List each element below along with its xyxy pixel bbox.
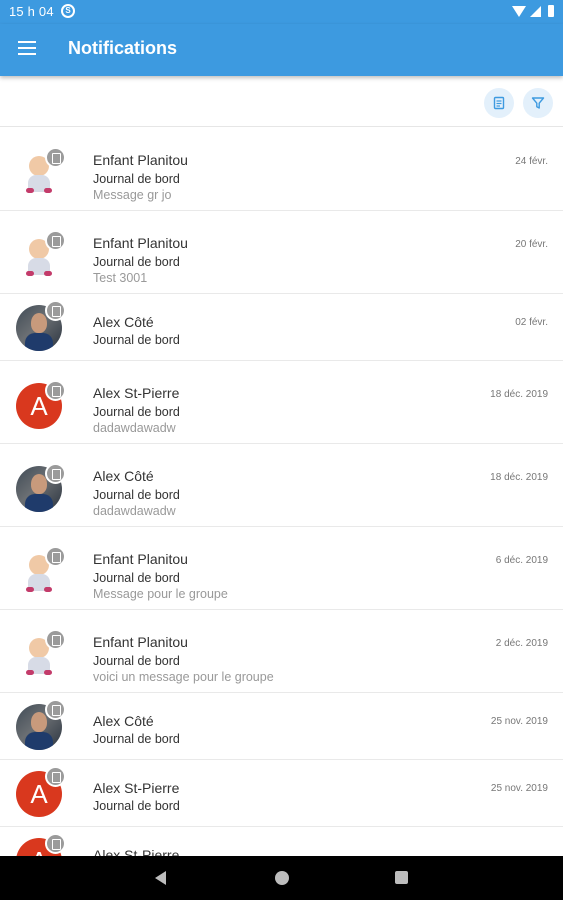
battery-icon	[548, 5, 554, 17]
journal-badge-icon	[45, 300, 66, 321]
notification-message: Message gr jo	[93, 188, 172, 202]
notification-sender: Enfant Planitou	[93, 152, 188, 168]
notification-type: Journal de bord	[93, 255, 180, 269]
notification-date: 18 déc. 2019	[490, 389, 548, 400]
notification-type: Journal de bord	[93, 571, 180, 585]
notification-sender: Alex Côté	[93, 713, 154, 729]
notification-row[interactable]: Enfant Planitou Journal de bord voici un…	[0, 610, 563, 693]
notifications-toolbar	[0, 76, 563, 127]
notification-row[interactable]: Enfant Planitou Journal de bord Test 300…	[0, 211, 563, 294]
notification-message: Message pour le groupe	[93, 587, 228, 601]
notification-type: Journal de bord	[93, 732, 180, 746]
notification-sender: Alex St-Pierre	[93, 847, 180, 856]
status-bar: 15 h 04 S	[0, 0, 563, 24]
system-navigation-bar	[0, 856, 563, 900]
recent-apps-icon[interactable]	[395, 871, 408, 884]
signal-icon	[530, 6, 541, 17]
journal-badge-icon	[45, 546, 66, 567]
home-icon[interactable]	[275, 871, 289, 885]
notification-sender: Alex Côté	[93, 314, 154, 330]
journal-badge-icon	[45, 629, 66, 650]
journal-badge-icon	[45, 147, 66, 168]
notification-sender: Enfant Planitou	[93, 235, 188, 251]
notification-row[interactable]: A Alex St-Pierre Journal de bord 25 nov.…	[0, 760, 563, 827]
journal-badge-icon	[45, 463, 66, 484]
notification-date: 18 déc. 2019	[490, 472, 548, 483]
notification-date: 2 déc. 2019	[495, 638, 548, 649]
journal-badge-icon	[45, 833, 66, 854]
notification-message: Test 3001	[93, 271, 148, 285]
journal-badge-icon	[45, 380, 66, 401]
notification-date: 24 févr.	[515, 156, 548, 167]
notification-row[interactable]: Alex Côté Journal de bord 25 nov. 2019	[0, 693, 563, 760]
notification-sender: Enfant Planitou	[93, 551, 188, 567]
journal-badge-icon	[45, 766, 66, 787]
notification-row[interactable]: Alex Côté Journal de bord 02 févr.	[0, 294, 563, 361]
notification-type: Journal de bord	[93, 333, 180, 347]
notification-message: dadawdawadw	[93, 421, 176, 435]
notification-row[interactable]: Enfant Planitou Journal de bord Message …	[0, 128, 563, 211]
notification-message: voici un message pour le groupe	[93, 670, 274, 684]
notification-type: Journal de bord	[93, 172, 180, 186]
hamburger-menu-icon[interactable]	[18, 41, 36, 55]
notification-row[interactable]: A Alex St-Pierre Journal de bord dadawda…	[0, 361, 563, 444]
notification-type: Journal de bord	[93, 405, 180, 419]
notification-sender: Alex Côté	[93, 468, 154, 484]
notification-row[interactable]: A Alex St-Pierre	[0, 827, 563, 856]
back-icon[interactable]	[155, 871, 166, 885]
notification-row[interactable]: Enfant Planitou Journal de bord Message …	[0, 527, 563, 610]
filter-button[interactable]	[523, 88, 553, 118]
sync-icon: S	[61, 4, 75, 18]
page-title: Notifications	[68, 38, 178, 58]
notification-type: Journal de bord	[93, 799, 180, 813]
notification-row[interactable]: Alex Côté Journal de bord dadawdawadw 18…	[0, 444, 563, 527]
document-icon	[493, 96, 505, 110]
document-button[interactable]	[484, 88, 514, 118]
app-bar: Notifications	[0, 24, 563, 76]
filter-icon	[531, 97, 545, 109]
notification-sender: Alex St-Pierre	[93, 385, 180, 401]
notification-date: 02 févr.	[515, 317, 548, 328]
notification-date: 20 févr.	[515, 239, 548, 250]
notification-sender: Alex St-Pierre	[93, 780, 180, 796]
notification-date: 6 déc. 2019	[495, 555, 548, 566]
journal-badge-icon	[45, 230, 66, 251]
notification-date: 25 nov. 2019	[490, 716, 548, 727]
wifi-icon	[512, 6, 526, 17]
notification-type: Journal de bord	[93, 488, 180, 502]
notification-type: Journal de bord	[93, 654, 180, 668]
notification-date: 25 nov. 2019	[490, 783, 548, 794]
notification-list: Enfant Planitou Journal de bord Message …	[0, 128, 563, 856]
journal-badge-icon	[45, 699, 66, 720]
notification-sender: Enfant Planitou	[93, 634, 188, 650]
notification-message: dadawdawadw	[93, 504, 176, 518]
status-time: 15 h 04	[9, 4, 54, 19]
